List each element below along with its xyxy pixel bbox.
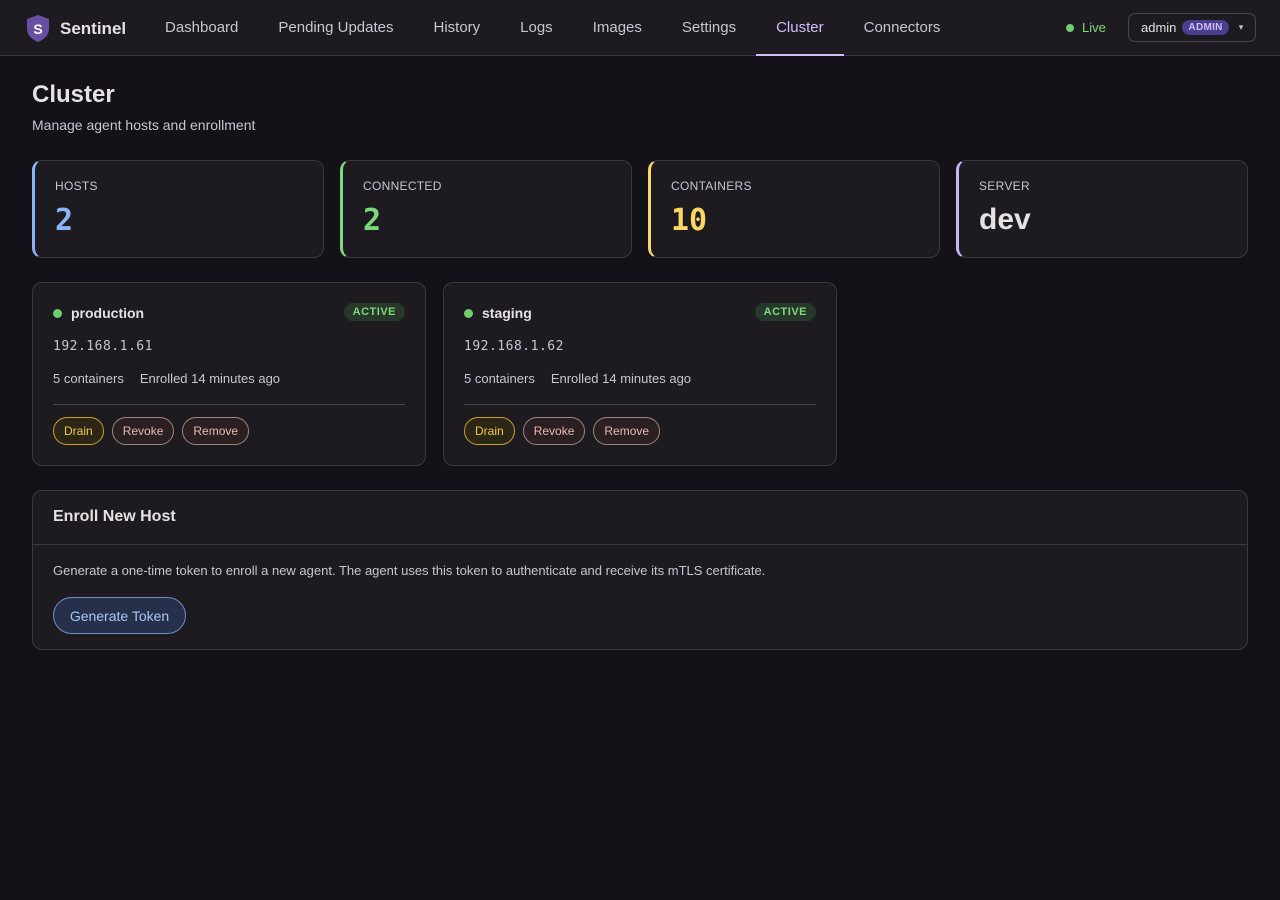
- stat-value: 10: [671, 203, 708, 238]
- username: admin: [1141, 20, 1177, 35]
- stat-value: 2: [55, 203, 74, 238]
- user-menu-button[interactable]: admin ADMIN ▾: [1128, 13, 1256, 42]
- status-dot-icon: [53, 309, 62, 318]
- nav-item-images[interactable]: Images: [573, 0, 662, 55]
- stat-value: 2: [363, 203, 382, 238]
- container-count: 5 containers: [53, 371, 124, 386]
- chevron-down-icon: ▾: [1238, 22, 1244, 32]
- svg-text:S: S: [33, 21, 42, 37]
- shield-logo-icon: S: [27, 15, 49, 42]
- status-dot-icon: [464, 309, 473, 318]
- enrolled-time: Enrolled 14 minutes ago: [550, 371, 692, 386]
- host-meta: 5 containers Enrolled 14 minutes ago: [53, 371, 280, 386]
- live-indicator: Live: [1066, 20, 1106, 35]
- drain-button[interactable]: Drain: [53, 417, 104, 445]
- nav-item-history[interactable]: History: [413, 0, 500, 55]
- host-card-staging: staging ACTIVE 192.168.1.62 5 containers…: [443, 282, 837, 466]
- stat-value: dev: [979, 203, 1031, 236]
- generate-token-button[interactable]: Generate Token: [53, 597, 186, 634]
- drain-button[interactable]: Drain: [464, 417, 515, 445]
- nav-item-logs[interactable]: Logs: [500, 0, 573, 55]
- enrolled-time: Enrolled 14 minutes ago: [139, 371, 281, 386]
- host-name: staging: [482, 305, 532, 321]
- brand[interactable]: S Sentinel: [27, 15, 126, 42]
- host-ip: 192.168.1.62: [464, 339, 564, 354]
- host-actions: Drain Revoke Remove: [53, 417, 257, 445]
- stat-card-connected: CONNECTED 2: [340, 160, 632, 258]
- live-dot-icon: [1066, 23, 1074, 32]
- page-subtitle: Manage agent hosts and enrollment: [32, 117, 256, 133]
- container-count: 5 containers: [464, 371, 535, 386]
- stat-label: CONNECTED: [363, 179, 442, 193]
- revoke-button[interactable]: Revoke: [111, 417, 175, 445]
- revoke-button[interactable]: Revoke: [522, 417, 586, 445]
- enroll-description: Generate a one-time token to enroll a ne…: [53, 563, 766, 578]
- nav-item-cluster[interactable]: Cluster: [756, 0, 844, 56]
- remove-button[interactable]: Remove: [182, 417, 250, 445]
- enroll-panel: Enroll New Host Generate a one-time toke…: [32, 490, 1248, 650]
- stat-label: HOSTS: [55, 179, 98, 193]
- host-card-production: production ACTIVE 192.168.1.61 5 contain…: [32, 282, 426, 466]
- stat-card-server: SERVER dev: [956, 160, 1248, 258]
- host-ip: 192.168.1.61: [53, 339, 153, 354]
- divider: [464, 404, 816, 405]
- nav-item-dashboard[interactable]: Dashboard: [145, 0, 258, 55]
- nav-item-settings[interactable]: Settings: [662, 0, 756, 55]
- stat-card-containers: CONTAINERS 10: [648, 160, 940, 258]
- main-nav: Dashboard Pending Updates History Logs I…: [145, 0, 961, 56]
- remove-button[interactable]: Remove: [593, 417, 661, 445]
- live-label: Live: [1082, 20, 1106, 35]
- host-meta: 5 containers Enrolled 14 minutes ago: [464, 371, 691, 386]
- status-badge: ACTIVE: [343, 303, 405, 321]
- stat-label: CONTAINERS: [671, 179, 752, 193]
- host-actions: Drain Revoke Remove: [464, 417, 668, 445]
- enroll-title: Enroll New Host: [53, 508, 176, 525]
- host-name: production: [71, 305, 145, 321]
- app-name: Sentinel: [60, 18, 127, 38]
- status-badge: ACTIVE: [754, 303, 816, 321]
- stat-card-hosts: HOSTS 2: [32, 160, 324, 258]
- role-badge: ADMIN: [1182, 20, 1229, 35]
- divider: [33, 544, 1247, 545]
- top-navigation-bar: S Sentinel Dashboard Pending Updates His…: [0, 0, 1280, 56]
- nav-item-connectors[interactable]: Connectors: [844, 0, 961, 55]
- nav-item-pending-updates[interactable]: Pending Updates: [258, 0, 413, 55]
- page-title: Cluster: [32, 81, 115, 108]
- divider: [53, 404, 405, 405]
- stat-label: SERVER: [979, 179, 1030, 193]
